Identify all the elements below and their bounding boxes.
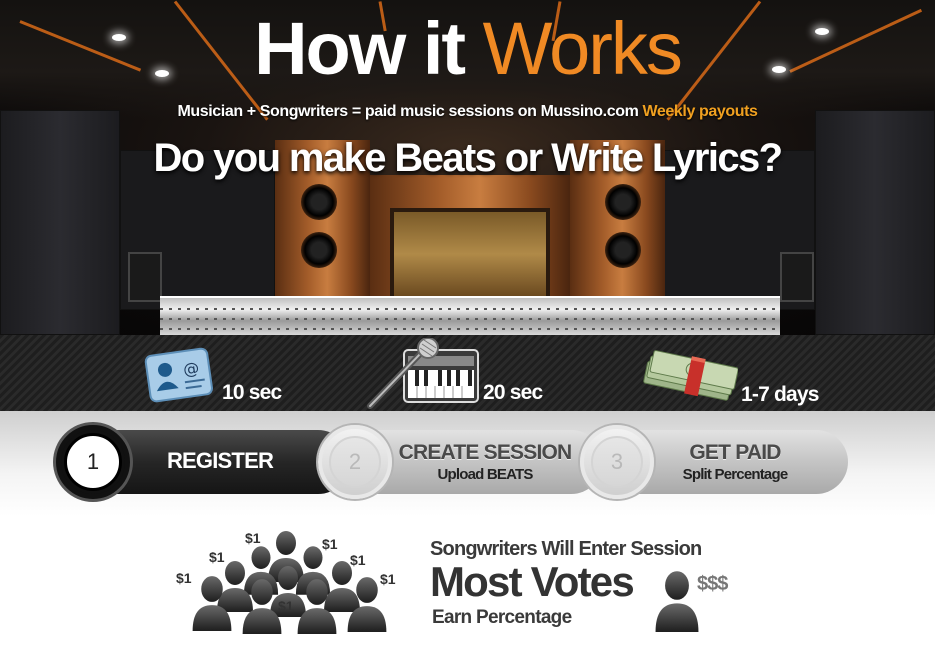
stat-label-register: 10 sec — [222, 381, 282, 404]
step-2-badge: 2 — [318, 425, 392, 499]
side-monitor-icon — [780, 252, 814, 302]
most-votes-text: Most Votes — [430, 558, 635, 605]
title-accent: Works — [482, 7, 683, 90]
step-3-badge: 3 — [580, 425, 654, 499]
step-2-number: 2 — [329, 436, 381, 488]
person-icon — [190, 575, 234, 631]
vote-dollar-label: $1 — [350, 552, 366, 568]
money-label: $$$ — [697, 573, 728, 595]
contact-card-icon: @ — [144, 347, 213, 403]
vote-dollar-label: $1 — [322, 536, 338, 552]
step-1-badge: 1 — [56, 425, 130, 499]
money-stack-icon — [643, 350, 738, 401]
stat-label-session: 20 sec — [483, 381, 543, 404]
headline: Do you make Beats or Write Lyrics? — [153, 136, 783, 180]
step-1-number: 1 — [64, 433, 122, 491]
title-main: How it — [254, 7, 466, 90]
vote-dollar-label: $1 — [176, 570, 192, 586]
vote-dollar-label: $1 — [245, 530, 261, 546]
control-room-window — [390, 208, 550, 300]
step-register-title: REGISTER — [166, 448, 274, 473]
step-create-session-title: CREATE SESSION — [398, 441, 573, 464]
tagline-accent: Weekly payouts — [642, 103, 758, 120]
microphone-keyboard-icon — [367, 338, 479, 409]
vote-dollar-label: $1 — [380, 571, 396, 587]
step-create-session-subtitle: Upload BEATS — [437, 466, 533, 483]
step-get-paid-subtitle: Split Percentage — [682, 466, 789, 483]
mixing-console — [160, 296, 780, 335]
tagline: Musician + Songwriters = paid music sess… — [0, 103, 935, 121]
winner-person-icon — [652, 570, 702, 632]
hero-studio-banner: How it Works Musician + Songwriters = pa… — [0, 0, 935, 335]
person-icon — [295, 578, 339, 634]
step-get-paid-title: GET PAID — [689, 441, 781, 464]
step-3-number: 3 — [591, 436, 643, 488]
page-title: How it Works — [0, 6, 935, 92]
stat-label-payout: 1-7 days — [741, 383, 819, 406]
vote-dollar-label: $1 — [278, 598, 294, 614]
svg-text:@: @ — [182, 358, 200, 379]
side-monitor-icon — [128, 252, 162, 302]
earn-percentage-text: Earn Percentage — [432, 607, 572, 628]
vote-dollar-label: $1 — [209, 549, 225, 565]
tagline-main: Musician + Songwriters = paid music sess… — [177, 103, 639, 120]
